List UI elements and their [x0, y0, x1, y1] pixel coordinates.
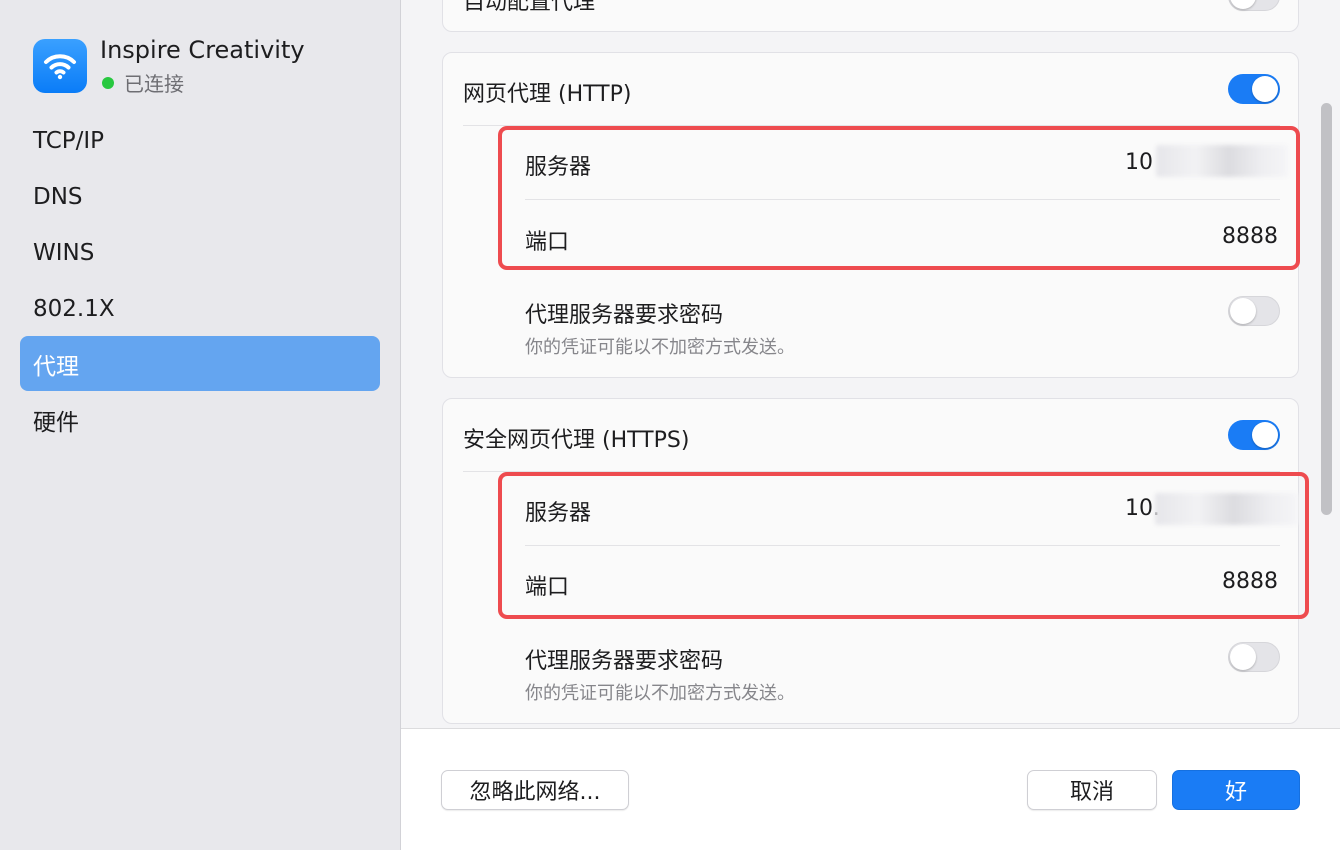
auto-proxy-label: 自动配置代理 — [463, 0, 596, 15]
toggle-knob — [1252, 422, 1278, 448]
toggle-knob — [1230, 0, 1256, 9]
wifi-icon — [33, 39, 87, 93]
http-proxy-title: 网页代理 (HTTP) — [463, 82, 632, 107]
toggle-knob — [1230, 298, 1256, 324]
sidebar-item-label: 802.1X — [33, 295, 115, 322]
scrollbar[interactable] — [1321, 103, 1332, 515]
https-auth-label: 代理服务器要求密码 — [525, 649, 724, 674]
sidebar-item-proxy[interactable]: 代理 — [20, 336, 380, 391]
sidebar-item-label: TCP/IP — [33, 127, 105, 154]
proxy-settings-scroll-area[interactable]: 自动配置代理 网页代理 (HTTP) 服务器 10 端口 8888 代理服务器要… — [401, 0, 1340, 728]
sidebar-item-label: 硬件 — [33, 409, 79, 436]
sidebar: Inspire Creativity 已连接 TCP/IP DNS WINS 8… — [0, 0, 401, 850]
sidebar-item-dns[interactable]: DNS — [20, 169, 380, 224]
cancel-button[interactable]: 取消 — [1027, 770, 1157, 810]
forget-network-button[interactable]: 忽略此网络... — [441, 770, 629, 810]
sidebar-item-label: DNS — [33, 183, 83, 210]
ok-button[interactable]: 好 — [1172, 770, 1300, 810]
auto-proxy-toggle[interactable] — [1228, 0, 1280, 11]
sidebar-item-label: 代理 — [33, 353, 79, 380]
http-server-highlight — [498, 126, 1300, 270]
toggle-knob — [1252, 76, 1278, 102]
network-name: Inspire Creativity — [100, 36, 305, 64]
sidebar-item-wins[interactable]: WINS — [20, 225, 380, 280]
connected-status-dot — [102, 76, 114, 89]
http-auth-label: 代理服务器要求密码 — [525, 303, 724, 328]
https-auth-toggle[interactable] — [1228, 642, 1280, 672]
sidebar-item-tcpip[interactable]: TCP/IP — [20, 113, 380, 168]
main-panel: 自动配置代理 网页代理 (HTTP) 服务器 10 端口 8888 代理服务器要… — [401, 0, 1340, 851]
auto-proxy-card: 自动配置代理 — [442, 0, 1299, 32]
https-server-highlight — [498, 472, 1309, 619]
sidebar-item-label: WINS — [33, 239, 95, 266]
sidebar-item-8021x[interactable]: 802.1X — [20, 281, 380, 336]
http-proxy-toggle[interactable] — [1228, 74, 1280, 104]
https-proxy-title: 安全网页代理 (HTTPS) — [463, 428, 690, 453]
https-auth-note: 你的凭证可能以不加密方式发送。 — [525, 683, 795, 704]
toggle-knob — [1230, 644, 1256, 670]
network-status-label: 已连接 — [124, 72, 184, 96]
http-auth-note: 你的凭证可能以不加密方式发送。 — [525, 337, 795, 358]
footer-bar: 忽略此网络... 取消 好 — [401, 728, 1340, 851]
network-status: 已连接 — [102, 68, 184, 97]
sidebar-item-hardware[interactable]: 硬件 — [20, 392, 380, 447]
http-auth-toggle[interactable] — [1228, 296, 1280, 326]
https-proxy-toggle[interactable] — [1228, 420, 1280, 450]
